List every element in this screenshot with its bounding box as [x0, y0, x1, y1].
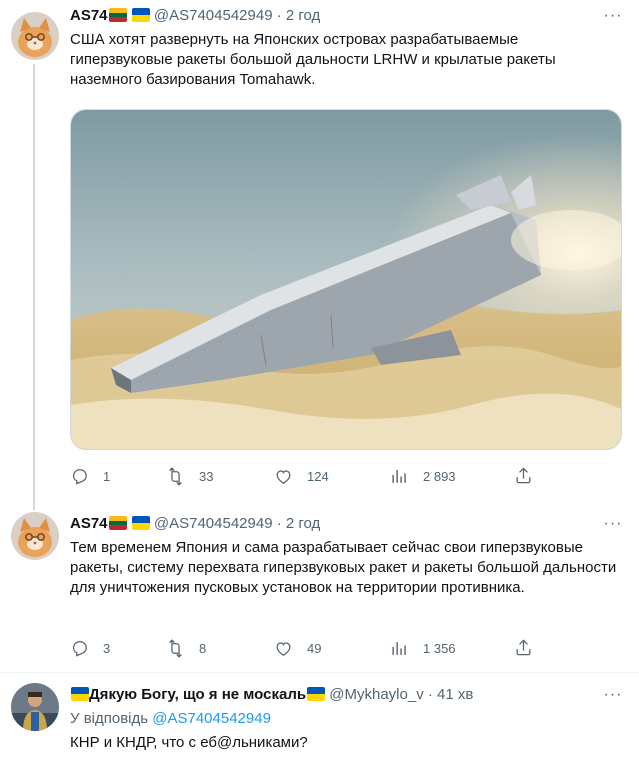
views-count: 2 893	[423, 468, 456, 484]
more-icon[interactable]: ···	[603, 514, 623, 534]
like-button[interactable]: 124	[274, 466, 329, 486]
views-icon	[392, 469, 406, 483]
lithuania-flag-icon	[108, 516, 127, 530]
ukraine-flag-icon	[307, 687, 326, 701]
person-avatar-icon	[11, 683, 59, 731]
reply-icon	[72, 468, 87, 485]
tweet-text: Тем временем Япония и сама разрабатывает…	[70, 539, 617, 596]
display-name[interactable]: Дякую Богу, що я не москаль	[89, 686, 306, 703]
more-icon[interactable]: ···	[603, 685, 623, 705]
retweet-icon	[169, 638, 182, 658]
retweet-count: 33	[199, 468, 214, 484]
avatar[interactable]	[11, 512, 59, 560]
more-icon[interactable]: ···	[603, 6, 623, 26]
like-icon	[276, 469, 291, 484]
views-button[interactable]: 1 356	[390, 638, 456, 658]
tweet-header: AS74 @AS7404542949 · 2 год	[70, 514, 320, 534]
views-count: 1 356	[423, 640, 456, 656]
like-count: 49	[307, 640, 322, 656]
reply-count: 3	[103, 640, 111, 656]
tweet-3[interactable]: Дякую Богу, що я не москаль @Mykhaylo_v …	[0, 673, 639, 763]
retweet-count: 8	[199, 640, 207, 656]
missile-image	[71, 110, 621, 449]
handle[interactable]: @AS7404542949	[154, 515, 273, 532]
timestamp[interactable]: · 2 год	[277, 7, 321, 24]
tweet-text: США хотят развернуть на Японских острова…	[70, 31, 556, 88]
retweet-button[interactable]: 33	[166, 466, 213, 486]
tweet-image[interactable]	[70, 109, 622, 450]
like-button[interactable]: 49	[274, 638, 321, 658]
display-name[interactable]: AS74	[70, 7, 108, 24]
tweet-actions: 3 8 49 1 356	[70, 638, 540, 658]
avatar[interactable]	[11, 683, 59, 731]
reply-button[interactable]: 3	[70, 638, 110, 658]
share-icon	[516, 639, 531, 656]
ukraine-flag-icon	[131, 516, 150, 530]
thread-line	[33, 64, 35, 500]
reply-button[interactable]: 1	[70, 466, 110, 486]
tweet-header: Дякую Богу, що я не москаль @Mykhaylo_v …	[70, 685, 473, 705]
display-name[interactable]: AS74	[70, 515, 108, 532]
like-count: 124	[307, 468, 329, 484]
share-button[interactable]	[514, 638, 533, 662]
share-button[interactable]	[514, 466, 533, 490]
retweet-icon	[169, 466, 182, 486]
timestamp[interactable]: · 41 хв	[428, 686, 473, 703]
ukraine-flag-icon	[71, 687, 89, 701]
reply-to-link[interactable]: @AS7404542949	[152, 710, 271, 727]
tweet-2[interactable]: AS74 @AS7404542949 · 2 год ··· Тем време…	[0, 500, 639, 672]
reply-icon	[72, 640, 87, 657]
reply-prefix: У відповідь	[70, 710, 149, 727]
timestamp[interactable]: · 2 год	[277, 515, 321, 532]
like-icon	[276, 641, 291, 656]
views-button[interactable]: 2 893	[390, 466, 456, 486]
tweet-header: AS74 @AS7404542949 · 2 год	[70, 6, 320, 26]
retweet-button[interactable]: 8	[166, 638, 206, 658]
cat-avatar-icon	[11, 12, 59, 60]
views-icon	[392, 641, 406, 655]
lithuania-flag-icon	[108, 8, 127, 22]
reply-context: У відповідь @AS7404542949	[70, 709, 271, 729]
thread-line	[33, 500, 35, 510]
cat-avatar-icon	[11, 512, 59, 560]
ukraine-flag-icon	[131, 8, 150, 22]
tweet-1[interactable]: AS74 @AS7404542949 · 2 год ··· США хотят…	[0, 0, 639, 500]
handle[interactable]: @AS7404542949	[154, 7, 273, 24]
tweet-actions: 1 33 124 2 893	[70, 466, 540, 486]
handle[interactable]: @Mykhaylo_v	[329, 686, 423, 703]
share-icon	[516, 467, 531, 484]
tweet-text: КНР и КНДР, что с еб@льниками?	[70, 734, 308, 751]
avatar[interactable]	[11, 12, 59, 60]
reply-count: 1	[103, 468, 111, 484]
